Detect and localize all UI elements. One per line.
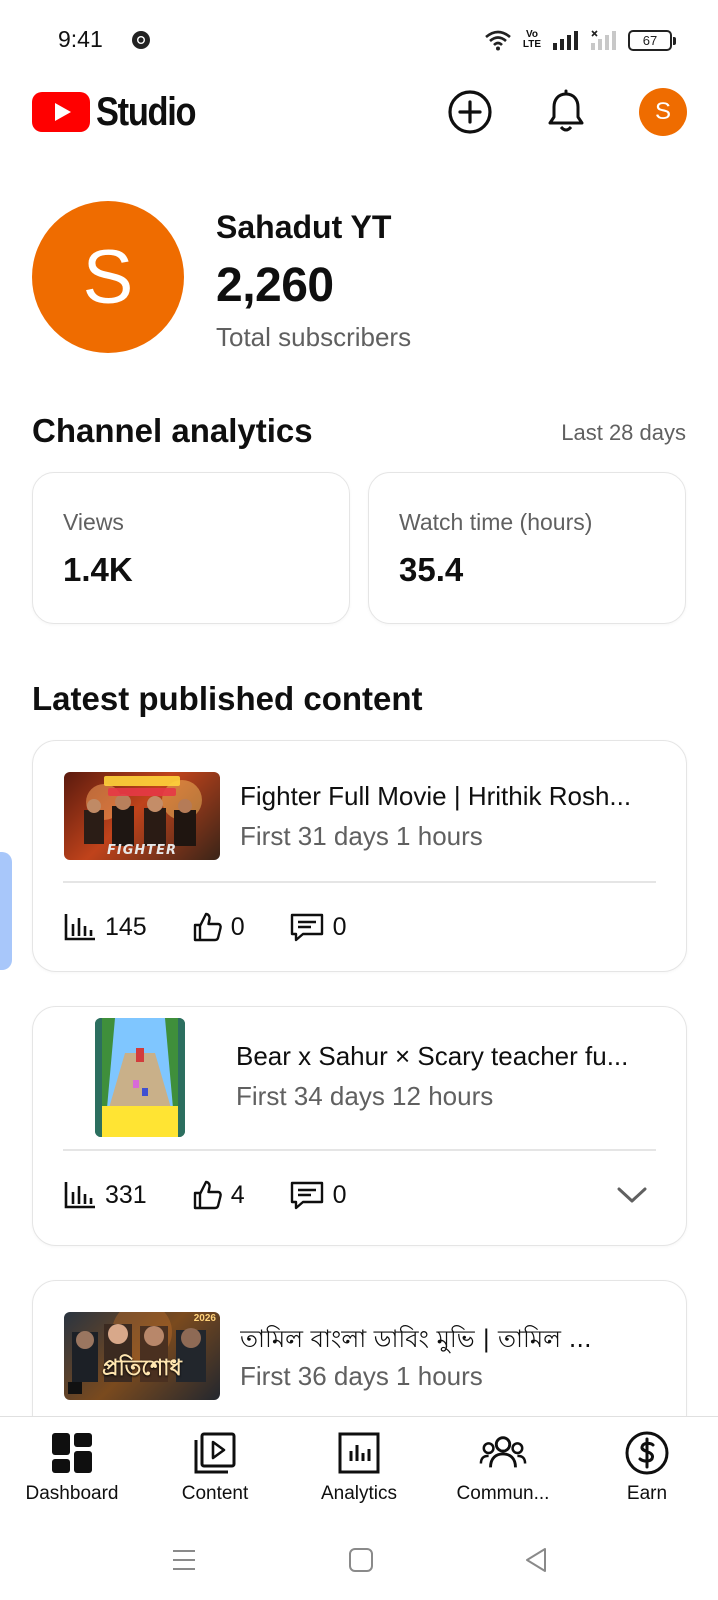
comment-icon bbox=[290, 913, 323, 942]
likes-metric[interactable]: 0 bbox=[191, 911, 245, 943]
subscriber-count: 2,260 bbox=[216, 259, 334, 312]
watch-time-label: Watch time (hours) bbox=[399, 509, 593, 535]
back-button[interactable] bbox=[516, 1540, 556, 1580]
youtube-logo-icon bbox=[32, 92, 90, 132]
subscriber-label: Total subscribers bbox=[216, 322, 412, 352]
volte-label-bottom: LTE bbox=[522, 39, 542, 50]
latest-content-heading: Latest published content bbox=[32, 680, 423, 717]
comment-icon bbox=[290, 1181, 323, 1210]
views-metric[interactable]: 331 bbox=[63, 1180, 147, 1210]
thumbnail-caption: প্রতিশোধ bbox=[102, 1356, 182, 1381]
video-meta: First 31 days 1 hours bbox=[240, 821, 483, 851]
channel-analytics-heading: Channel analytics bbox=[32, 412, 313, 449]
analytics-icon bbox=[338, 1432, 380, 1474]
likes-count: 0 bbox=[230, 912, 245, 941]
signal-icon bbox=[553, 31, 578, 50]
home-icon bbox=[349, 1548, 373, 1572]
comments-metric[interactable]: 0 bbox=[289, 1179, 347, 1211]
views-metric[interactable]: 145 bbox=[63, 912, 147, 942]
back-icon bbox=[526, 1548, 546, 1572]
status-bar: 9:41 Vo LTE 67 bbox=[0, 0, 718, 84]
views-count: 145 bbox=[105, 912, 147, 941]
expand-button[interactable] bbox=[614, 1177, 650, 1213]
battery-indicator: 67 bbox=[628, 29, 676, 51]
video-title[interactable]: Bear x Sahur × Scary teacher fu... bbox=[236, 1041, 650, 1072]
nav-earn-label: Earn bbox=[626, 1483, 668, 1504]
edge-panel-handle[interactable] bbox=[0, 852, 12, 970]
likes-metric[interactable]: 4 bbox=[191, 1179, 245, 1211]
views-count: 331 bbox=[105, 1180, 147, 1209]
comments-count: 0 bbox=[332, 912, 347, 941]
thumbs-up-icon bbox=[193, 912, 222, 942]
video-thumbnail[interactable] bbox=[95, 1018, 185, 1137]
signal-weak-icon bbox=[591, 30, 616, 50]
views-label: Views bbox=[63, 509, 124, 535]
chevron-down-icon bbox=[617, 1187, 647, 1203]
comments-metric[interactable]: 0 bbox=[289, 911, 347, 943]
content-card[interactable]: Bear x Sahur × Scary teacher fu... First… bbox=[32, 1006, 687, 1246]
card-divider bbox=[63, 1149, 656, 1151]
nav-dashboard-label: Dashboard bbox=[25, 1483, 119, 1504]
views-card[interactable]: Views 1.4K bbox=[32, 472, 350, 624]
wifi-icon bbox=[485, 30, 511, 51]
bottom-navigation: Dashboard Content Analytics Commun... Ea… bbox=[0, 1416, 718, 1526]
create-button[interactable] bbox=[446, 88, 494, 136]
app-title: Studio bbox=[96, 90, 197, 134]
video-title[interactable]: তামিল বাংলা ডাবিং মুভি | তামিল ... bbox=[240, 1321, 650, 1361]
content-icon bbox=[194, 1432, 236, 1474]
views-value: 1.4K bbox=[63, 551, 133, 588]
status-time: 9:41 bbox=[58, 26, 103, 52]
bell-icon bbox=[548, 89, 584, 132]
app-header: Studio S bbox=[0, 84, 718, 170]
video-meta: First 34 days 12 hours bbox=[236, 1081, 494, 1111]
nav-analytics[interactable]: Analytics bbox=[287, 1417, 431, 1527]
channel-name: Sahadut YT bbox=[216, 209, 392, 245]
account-avatar-button[interactable]: S bbox=[639, 88, 687, 136]
watch-time-value: 35.4 bbox=[399, 551, 464, 588]
nav-community[interactable]: Commun... bbox=[431, 1417, 575, 1527]
thumbnail-art bbox=[95, 1018, 185, 1137]
nav-content[interactable]: Content bbox=[143, 1417, 287, 1527]
recent-apps-button[interactable] bbox=[164, 1540, 204, 1580]
system-navigation bbox=[0, 1526, 718, 1600]
channel-initial: S bbox=[82, 234, 134, 320]
thumbnail-caption: FIGHTER bbox=[106, 843, 178, 858]
card-divider bbox=[63, 881, 656, 883]
nav-community-label: Commun... bbox=[456, 1483, 550, 1504]
video-title[interactable]: Fighter Full Movie | Hrithik Rosh... bbox=[240, 781, 650, 812]
battery-level: 67 bbox=[642, 32, 658, 48]
menu-icon bbox=[173, 1550, 195, 1570]
video-thumbnail[interactable]: 2026 প্রতিশোধ bbox=[64, 1312, 220, 1400]
watch-time-card[interactable]: Watch time (hours) 35.4 bbox=[368, 472, 686, 624]
nav-content-label: Content bbox=[181, 1483, 249, 1504]
comments-count: 0 bbox=[332, 1180, 347, 1209]
notifications-button[interactable] bbox=[542, 88, 590, 136]
chrome-notification-icon bbox=[132, 31, 150, 49]
channel-avatar: S bbox=[32, 201, 184, 353]
nav-analytics-label: Analytics bbox=[320, 1483, 398, 1504]
thumbnail-badge: 2026 bbox=[193, 1313, 216, 1324]
analytics-period[interactable]: Last 28 days bbox=[561, 420, 686, 446]
plus-circle-icon bbox=[448, 90, 492, 134]
status-indicators: Vo LTE 67 bbox=[484, 26, 676, 54]
nav-earn[interactable]: Earn bbox=[575, 1417, 718, 1527]
community-icon bbox=[479, 1436, 527, 1468]
nav-dashboard[interactable]: Dashboard bbox=[0, 1417, 144, 1527]
video-metrics: 145 0 0 bbox=[63, 907, 391, 947]
home-button[interactable] bbox=[341, 1540, 381, 1580]
thumbs-up-icon bbox=[193, 1180, 222, 1210]
bar-chart-icon bbox=[64, 1182, 95, 1209]
bar-chart-icon bbox=[64, 914, 95, 941]
video-metrics: 331 4 0 bbox=[63, 1175, 391, 1215]
volte-indicator: Vo LTE bbox=[520, 30, 544, 50]
content-card[interactable]: FIGHTER Fighter Full Movie | Hrithik Ros… bbox=[32, 740, 687, 972]
video-thumbnail[interactable]: FIGHTER bbox=[64, 772, 220, 860]
account-initial: S bbox=[654, 98, 671, 125]
video-meta: First 36 days 1 hours bbox=[240, 1361, 483, 1391]
dashboard-icon bbox=[52, 1433, 92, 1473]
likes-count: 4 bbox=[230, 1180, 245, 1209]
earn-icon bbox=[625, 1431, 669, 1475]
